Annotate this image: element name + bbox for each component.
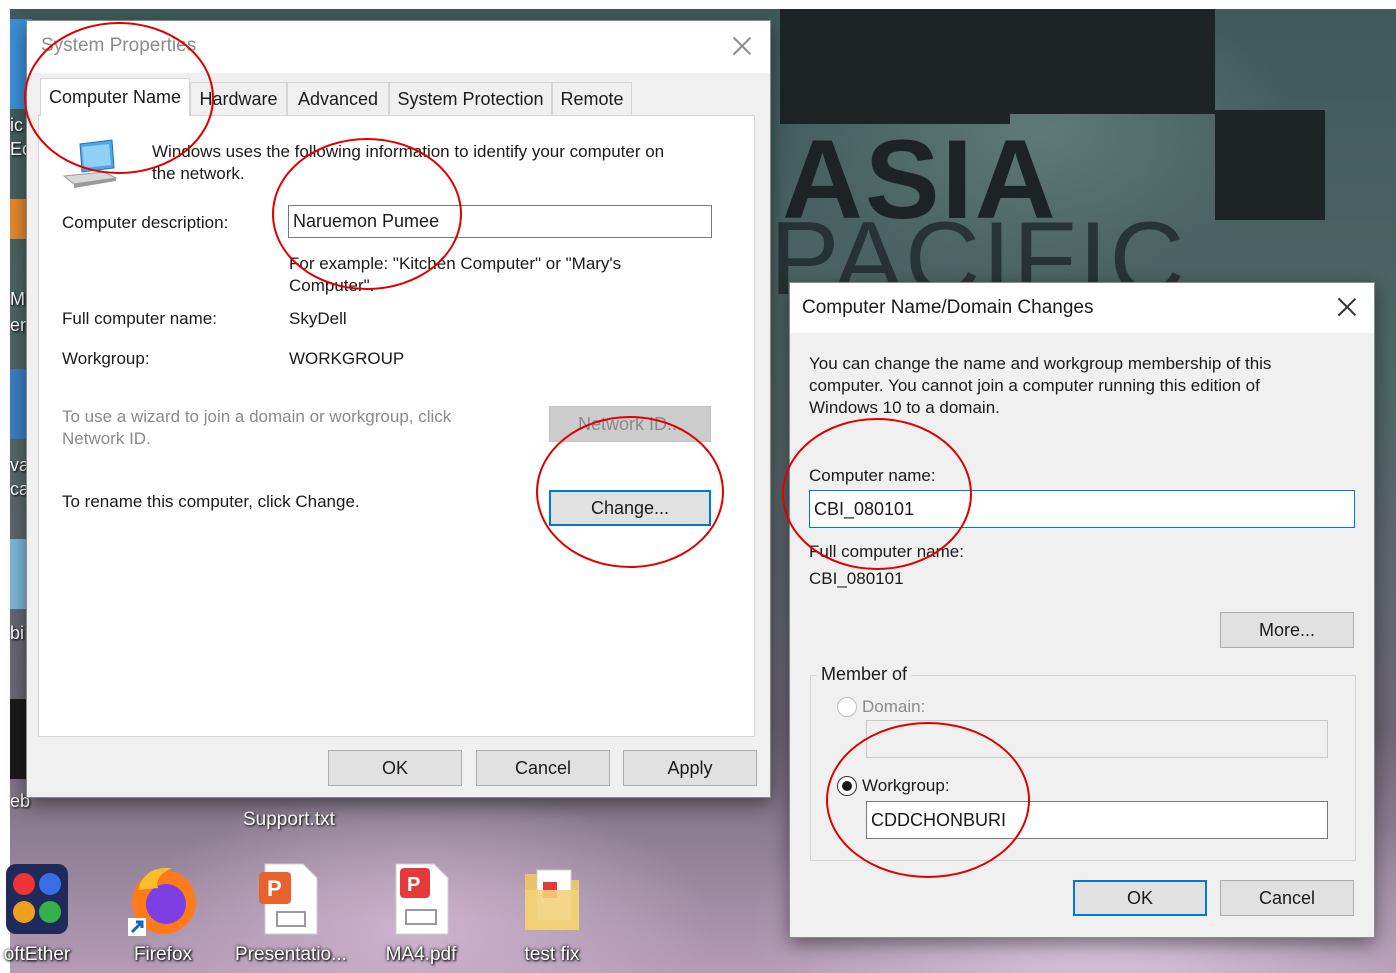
computer-name-input[interactable]: CBI_080101 (809, 490, 1355, 528)
cancel-button[interactable]: Cancel (476, 750, 610, 786)
ok-button[interactable]: OK (1073, 880, 1207, 916)
tab-remote[interactable]: Remote (552, 82, 632, 115)
workgroup-input[interactable]: CDDCHONBURI (866, 801, 1328, 839)
workgroup-radio[interactable] (837, 776, 857, 796)
domain-intro-text: You can change the name and workgroup me… (809, 354, 1272, 373)
dialog-title: System Properties (41, 35, 197, 56)
softether-icon (2, 860, 72, 938)
domain-intro-text: computer. You cannot join a computer run… (809, 376, 1260, 395)
member-of-label: Member of (817, 664, 912, 685)
close-icon[interactable] (1336, 296, 1358, 318)
pdf-file-icon: P (388, 860, 454, 938)
domain-label: Domain: (862, 697, 926, 716)
folder-icon (519, 860, 585, 938)
title-bar[interactable]: System Properties (27, 21, 770, 73)
full-computer-name-value: SkyDell (289, 309, 347, 328)
change-button[interactable]: Change... (549, 490, 711, 526)
desktop-icon-test-fix[interactable]: test fix (497, 860, 607, 965)
workgroup-value: WORKGROUP (289, 349, 405, 368)
desktop-file-label[interactable]: Support.txt (243, 809, 335, 831)
tab-advanced[interactable]: Advanced (287, 82, 389, 115)
tab-computer-name[interactable]: Computer Name (40, 78, 190, 116)
desktop-icon-label: Firefox (133, 944, 193, 965)
network-id-hint: Network ID. (62, 429, 151, 448)
computer-description-label: Computer description: (62, 213, 229, 232)
intro-text: the network. (152, 164, 245, 183)
domain-radio[interactable] (837, 697, 857, 717)
full-computer-name-label: Full computer name: (809, 542, 964, 561)
desktop-label-fragment: M (10, 289, 25, 309)
workgroup-label: Workgroup: (62, 349, 150, 368)
network-id-button[interactable]: Network ID... (549, 406, 711, 442)
workgroup-label: Workgroup: (862, 776, 950, 795)
screenshot-border (0, 0, 10, 973)
poster-block (1010, 9, 1215, 114)
apply-button[interactable]: Apply (623, 750, 757, 786)
full-computer-name-label: Full computer name: (62, 309, 217, 328)
computer-name-label: Computer name: (809, 466, 936, 485)
desktop-icon-ma4-pdf[interactable]: P MA4.pdf (366, 860, 476, 965)
full-computer-name-value: CBI_080101 (809, 569, 904, 588)
intro-text: Windows uses the following information t… (152, 142, 665, 161)
tab-system-protection[interactable]: System Protection (389, 82, 552, 115)
poster-block (1215, 110, 1325, 220)
firefox-icon (124, 860, 202, 938)
desktop-icon-label: test fix (524, 944, 580, 965)
computer-icon (60, 138, 120, 190)
presentation-file-icon: P (257, 860, 323, 938)
dialog-title: Computer Name/Domain Changes (802, 297, 1094, 318)
tab-hardware[interactable]: Hardware (190, 82, 287, 115)
screenshot-border (0, 0, 1396, 9)
desktop-icon-firefox[interactable]: Firefox (108, 860, 218, 965)
domain-intro-text: Windows 10 to a domain. (809, 398, 1000, 417)
desktop-icon-softether[interactable]: oftEther (0, 860, 92, 965)
svg-text:P: P (407, 874, 420, 896)
title-bar[interactable]: Computer Name/Domain Changes (790, 283, 1374, 333)
ok-button[interactable]: OK (328, 750, 462, 786)
domain-input[interactable] (866, 720, 1328, 758)
description-example-text: For example: "Kitchen Computer" or "Mary… (289, 254, 622, 273)
desktop-icon-presentation[interactable]: P Presentatio... (235, 860, 347, 965)
poster-block (780, 9, 1010, 124)
desktop-icon-label: oftEther (3, 944, 71, 965)
desktop-icon-label: MA4.pdf (385, 944, 457, 965)
desktop-icon-label: Presentatio... (235, 944, 347, 965)
close-icon[interactable] (731, 35, 753, 57)
network-id-hint: To use a wizard to join a domain or work… (62, 407, 452, 426)
cancel-button[interactable]: Cancel (1220, 880, 1354, 916)
desktop-label-fragment: bi (10, 623, 25, 643)
computer-description-input[interactable]: Naruemon Pumee (288, 205, 712, 238)
rename-hint: To rename this computer, click Change. (62, 492, 360, 511)
more-button[interactable]: More... (1220, 612, 1354, 648)
description-example-text: Computer". (289, 276, 375, 295)
desktop-label-fragment: ic (10, 115, 23, 135)
svg-text:P: P (267, 876, 282, 901)
